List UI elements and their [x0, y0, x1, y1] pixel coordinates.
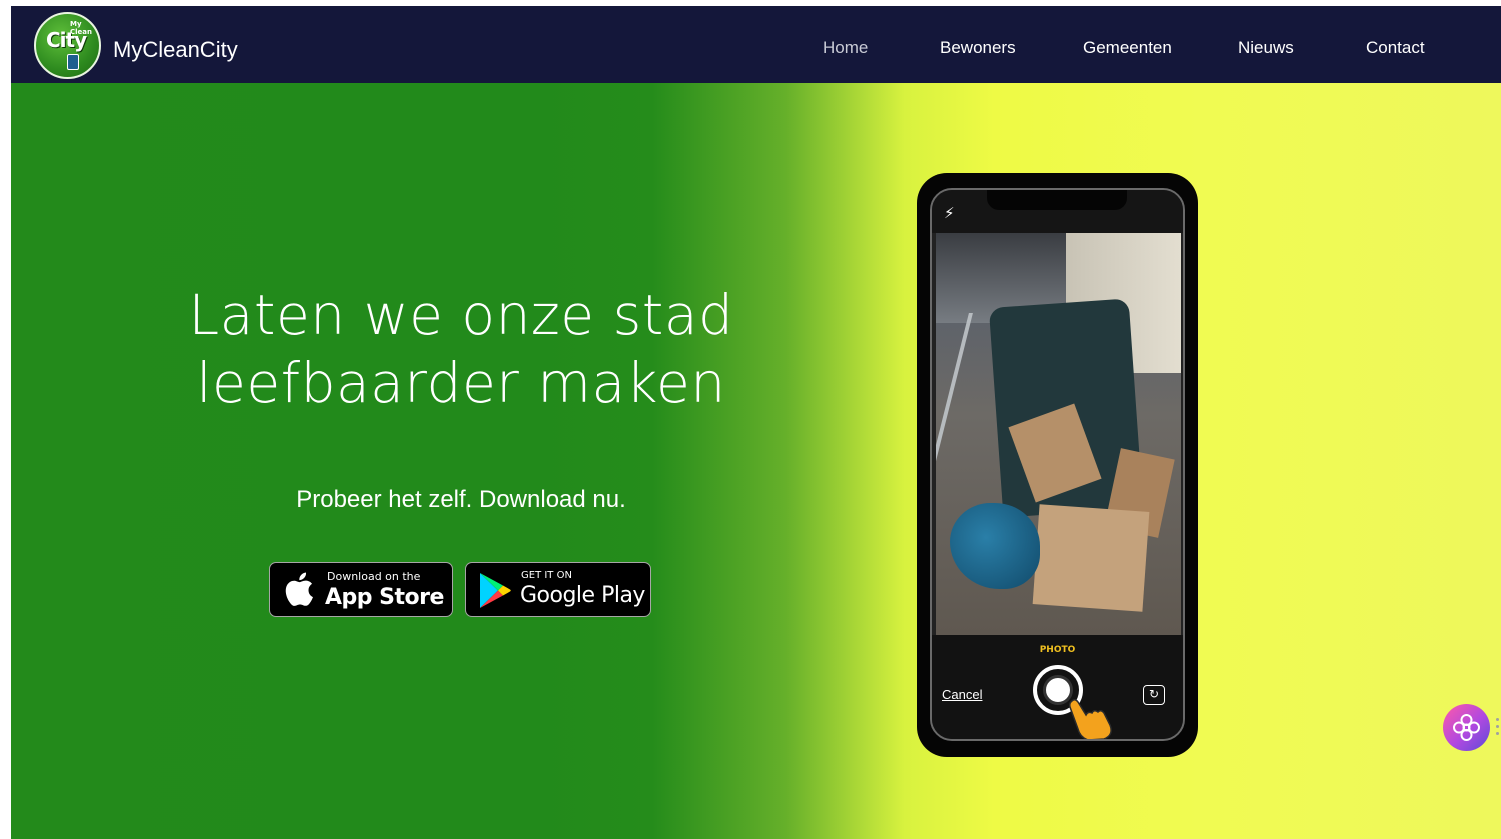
brand-name[interactable]: MyCleanCity	[113, 37, 238, 63]
flash-icon: ⚡	[944, 204, 955, 222]
phone-screen: ⚡ PHOTO Cancel ↻	[930, 188, 1185, 741]
page-frame: My Clean City MyCleanCity Home Bewoners …	[11, 6, 1501, 839]
chat-widget-button[interactable]	[1443, 704, 1490, 751]
camera-controls: PHOTO Cancel ↻	[932, 635, 1183, 739]
phone-notch	[987, 190, 1127, 210]
app-store-small-text: Download on the	[327, 570, 421, 583]
nav-home[interactable]: Home	[823, 38, 868, 58]
site-header: My Clean City MyCleanCity Home Bewoners …	[11, 6, 1501, 83]
hero-subline: Probeer het zelf. Download nu.	[296, 486, 626, 513]
nav-nieuws[interactable]: Nieuws	[1238, 38, 1294, 58]
logo-text: City	[46, 28, 87, 52]
drag-handle-icon[interactable]	[1496, 718, 1501, 738]
phone-mockup: ⚡ PHOTO Cancel ↻	[917, 173, 1198, 757]
nav-bewoners[interactable]: Bewoners	[940, 38, 1016, 58]
headline-line-2: leefbaarder maken	[196, 351, 726, 415]
hero-headline: Laten we onze stad leefbaarder maken	[141, 281, 781, 417]
google-play-small-text: GET IT ON	[521, 570, 572, 581]
pointing-hand-icon	[1069, 698, 1112, 739]
trash-bin-icon	[67, 54, 79, 70]
hero-section: Laten we onze stad leefbaarder maken Pro…	[11, 83, 1501, 839]
google-play-icon	[480, 573, 511, 608]
app-logo[interactable]: My Clean City	[34, 12, 101, 79]
photo-box	[1032, 504, 1150, 612]
app-store-button[interactable]: Download on the App Store	[269, 562, 453, 617]
app-store-big-text: App Store	[325, 585, 444, 610]
photo-trash-bag	[950, 503, 1040, 589]
camera-flip-icon: ↻	[1143, 685, 1165, 705]
google-play-big-text: Google Play	[520, 583, 645, 608]
camera-cancel-button: Cancel	[942, 687, 983, 702]
camera-topbar: ⚡	[932, 190, 1183, 233]
headline-line-1: Laten we onze stad	[188, 283, 734, 347]
camera-viewfinder-photo	[936, 233, 1181, 635]
chat-widget-icon	[1453, 714, 1480, 741]
apple-icon	[285, 572, 313, 606]
camera-mode-label: PHOTO	[1039, 645, 1076, 655]
nav-contact[interactable]: Contact	[1366, 38, 1425, 58]
google-play-button[interactable]: GET IT ON Google Play	[465, 562, 651, 617]
nav-gemeenten[interactable]: Gemeenten	[1083, 38, 1172, 58]
